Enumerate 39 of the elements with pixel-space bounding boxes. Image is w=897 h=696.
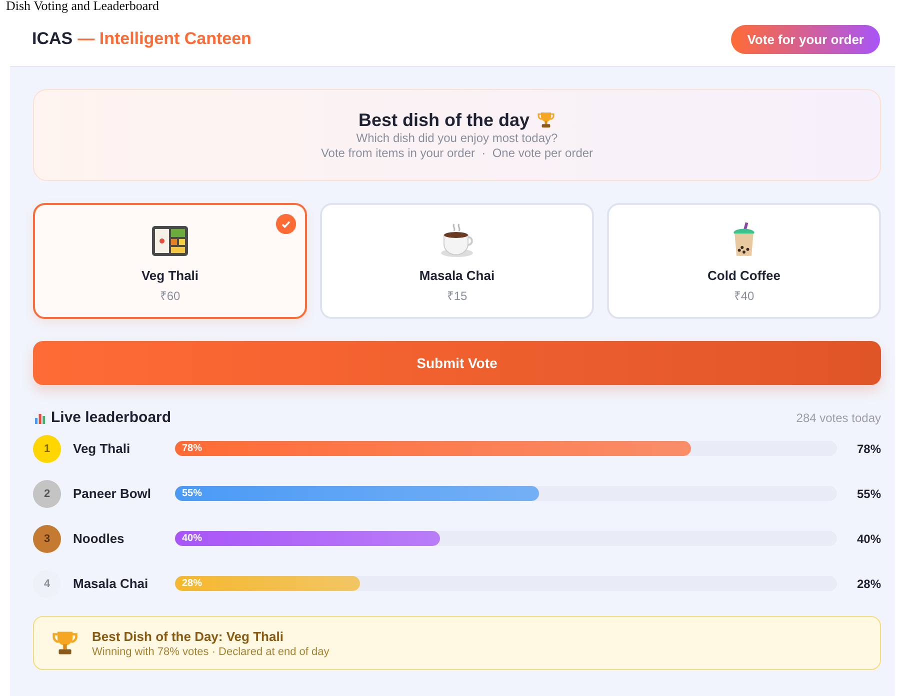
intro-rules: Vote from items in your order · One vote per order — [320, 146, 594, 160]
dish-price: ₹60 — [160, 288, 180, 304]
dish-name: Paneer Bowl — [73, 486, 152, 501]
rank-badge: 4 — [33, 570, 61, 598]
dish-name: Veg Thali — [141, 268, 199, 283]
dish-card[interactable]: Veg Thali ₹60 — [33, 203, 307, 319]
bar-label: 40% — [182, 533, 202, 544]
dish-name: Masala Chai — [73, 576, 150, 591]
rank-badge: 2 — [33, 480, 61, 508]
rank-badge: 3 — [33, 524, 61, 552]
brand-name: ICAS — [32, 29, 73, 48]
intro-question: Which dish did you enjoy most today? — [356, 130, 558, 146]
dish-card[interactable]: Masala Chai ₹15 — [320, 203, 594, 319]
winner-detail: Winning with 78% votes · Declared at end of day — [92, 646, 330, 658]
bar-label: 55% — [182, 488, 202, 499]
vote-percent: 40% — [856, 532, 881, 546]
dish-name: Noodles — [73, 531, 126, 546]
check-icon — [276, 214, 296, 234]
dish-price: ₹40 — [734, 288, 754, 304]
rank-badge: 1 — [33, 434, 61, 462]
vote-percent: 28% — [856, 576, 881, 590]
dish-price: ₹15 — [446, 288, 468, 304]
dish-name: Veg Thali — [73, 441, 132, 456]
page-caption: Dish Voting and Leaderboard — [5, 0, 160, 12]
section-title: Best dish of the day — [358, 110, 530, 130]
dish-card[interactable]: Cold Coffee ₹40 — [607, 203, 881, 319]
winner-title: Best Dish of the Day: Veg Thali — [92, 628, 284, 644]
bar-label: 28% — [182, 578, 202, 589]
vote-percent: 55% — [856, 486, 881, 500]
coffee-cup-icon — [438, 222, 476, 258]
bar-label: 78% — [182, 443, 202, 454]
dish-name: Masala Chai — [419, 268, 495, 283]
vote-count: 284 votes today — [796, 410, 881, 424]
leaderboard-title: Live leaderboard — [51, 409, 172, 426]
vote-percent: 78% — [856, 442, 881, 456]
brand-tagline: — Intelligent Canteen — [78, 29, 252, 48]
vote-for-order-button[interactable]: Vote for your order — [731, 24, 880, 54]
dish-name: Cold Coffee — [708, 268, 780, 283]
trophy-icon — [536, 110, 556, 130]
